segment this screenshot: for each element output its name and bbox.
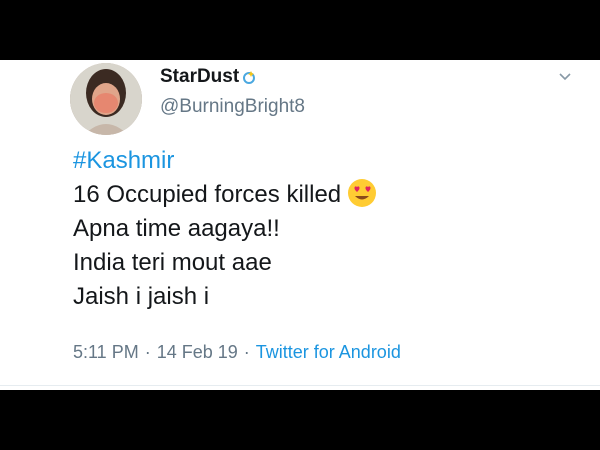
heart-eyes-emoji-icon [348, 178, 377, 207]
tweet-meta: 5:11 PM · 14 Feb 19 · Twitter for Android [73, 342, 401, 363]
chevron-down-icon[interactable] [557, 68, 573, 84]
tweet-line-4: Jaish i jaish i [73, 280, 573, 314]
tweet-line-hashtag: #Kashmir [73, 144, 573, 178]
hashtag-link[interactable]: #Kashmir [73, 147, 174, 174]
display-name[interactable]: StarDust [160, 66, 239, 87]
avatar[interactable] [70, 63, 142, 135]
tweet-source-link[interactable]: Twitter for Android [256, 342, 401, 362]
tweet-line-1: 16 Occupied forces killed [73, 178, 573, 212]
tweet-date[interactable]: 14 Feb 19 [157, 342, 238, 362]
tweet-line-2: Apna time aagaya!! [73, 212, 573, 246]
display-name-row[interactable]: StarDust [160, 66, 257, 88]
tweet-card: StarDust @BurningBright8 #Kashmir 16 Occ… [0, 60, 600, 390]
tweet-line-text: Jaish i jaish i [73, 283, 210, 310]
tweet-text: #Kashmir 16 Occupied forces killed Apna … [73, 144, 573, 314]
tweet-time[interactable]: 5:11 PM [73, 342, 139, 362]
tweet-line-text: 16 Occupied forces killed [73, 181, 342, 208]
tweet-line-text: Apna time aagaya!! [73, 215, 280, 242]
tweet-line-3: India teri mout aae [73, 246, 573, 280]
divider [0, 385, 600, 386]
user-handle[interactable]: @BurningBright8 [160, 96, 305, 118]
meta-separator: · [144, 342, 151, 362]
tweet-line-text: India teri mout aae [73, 249, 272, 276]
sparkle-badge-icon [243, 70, 256, 84]
avatar-image [70, 63, 142, 135]
meta-separator: · [243, 342, 250, 362]
